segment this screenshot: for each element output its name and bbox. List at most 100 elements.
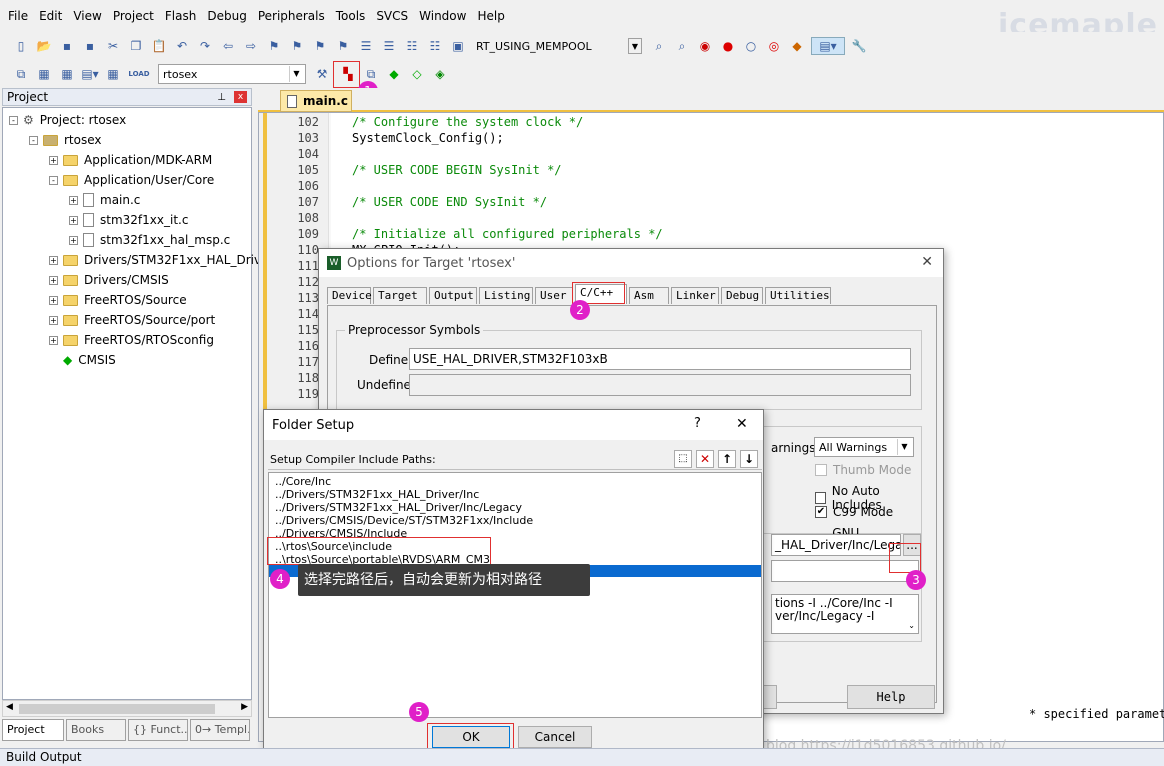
manage-rte-icon[interactable]: ◆: [385, 65, 403, 83]
options-for-target-icon[interactable]: ⚒: [310, 62, 334, 86]
collapse-icon[interactable]: -: [9, 115, 18, 125]
menu-item-peripherals[interactable]: Peripherals: [258, 9, 325, 23]
menu-item-tools[interactable]: Tools: [336, 9, 366, 23]
nav-forward-icon[interactable]: ⇨: [242, 37, 260, 55]
menu-item-file[interactable]: File: [8, 9, 28, 23]
collapse-icon[interactable]: -: [29, 135, 38, 145]
debug-start-icon[interactable]: ◉: [696, 37, 714, 55]
menu-item-window[interactable]: Window: [419, 9, 466, 23]
comment-icon[interactable]: ☷: [403, 37, 421, 55]
tab-main-c[interactable]: main.c: [280, 90, 352, 112]
undo-icon[interactable]: ↶: [173, 37, 191, 55]
chevron-down-icon[interactable]: ▼: [628, 38, 642, 54]
expand-icon[interactable]: +: [49, 315, 58, 325]
rebuild-icon[interactable]: ▦: [58, 65, 76, 83]
copy-icon[interactable]: ❐: [127, 37, 145, 55]
expand-icon[interactable]: +: [49, 295, 58, 305]
window-layout-icon[interactable]: ▤▾: [811, 37, 845, 55]
pack-update-icon[interactable]: ◈: [431, 65, 449, 83]
scroll-right-icon[interactable]: ▶: [241, 702, 248, 712]
templates-tab[interactable]: 0→ Templ...: [190, 719, 250, 741]
scroll-down-icon[interactable]: ⌄: [908, 619, 915, 632]
find-combo[interactable]: RT_USING_MEMPOOL ▼: [472, 36, 644, 56]
tree-item[interactable]: - rtosex: [29, 130, 102, 150]
tab-target[interactable]: Target: [373, 287, 427, 304]
unindent-icon[interactable]: ☰: [380, 37, 398, 55]
tree-item[interactable]: + stm32f1xx_it.c: [69, 210, 188, 230]
menu-item-edit[interactable]: Edit: [39, 9, 62, 23]
download-icon[interactable]: LOAD: [127, 65, 151, 83]
tab-utilities[interactable]: Utilities: [765, 287, 831, 304]
tab-listing[interactable]: Listing: [479, 287, 533, 304]
tab-linker[interactable]: Linker: [671, 287, 719, 304]
expand-icon[interactable]: +: [69, 235, 78, 245]
checkbox-row[interactable]: Thumb Mode: [815, 463, 911, 477]
include-path-item[interactable]: ../Drivers/CMSIS/Device/ST/STM32F1xx/Inc…: [275, 514, 533, 527]
tab-user[interactable]: User: [535, 287, 573, 304]
menu-item-help[interactable]: Help: [477, 9, 504, 23]
tree-item[interactable]: + Drivers/STM32F1xx_HAL_Driver: [49, 250, 273, 270]
close-icon[interactable]: ✕: [921, 254, 933, 270]
move-up-icon[interactable]: ↑: [718, 450, 736, 468]
breakpoint-disable-icon[interactable]: ○: [742, 37, 760, 55]
pin-icon[interactable]: ⊥: [217, 92, 226, 103]
expand-icon[interactable]: +: [69, 195, 78, 205]
menu-item-view[interactable]: View: [73, 9, 101, 23]
save-icon[interactable]: ▪: [58, 37, 76, 55]
expand-icon[interactable]: +: [49, 155, 58, 165]
tree-item[interactable]: + FreeRTOS/RTOSconfig: [49, 330, 214, 350]
breakpoint-clear-icon[interactable]: ◆: [788, 37, 806, 55]
close-icon[interactable]: ✕: [736, 416, 748, 432]
move-down-icon[interactable]: ↓: [740, 450, 758, 468]
tree-item[interactable]: - Application/User/Core: [49, 170, 214, 190]
redo-icon[interactable]: ↷: [196, 37, 214, 55]
expand-icon[interactable]: +: [49, 275, 58, 285]
menu-item-flash[interactable]: Flash: [165, 9, 196, 23]
uncomment-icon[interactable]: ☷: [426, 37, 444, 55]
project-tab[interactable]: Project: [2, 719, 64, 741]
functions-tab[interactable]: {} Funct...: [128, 719, 188, 741]
bookmark-prev-icon[interactable]: ⚑: [288, 37, 306, 55]
open-file-icon[interactable]: 📂: [35, 37, 53, 55]
tree-item[interactable]: + Drivers/CMSIS: [49, 270, 169, 290]
warnings-select[interactable]: All Warnings ▼: [814, 437, 914, 457]
breakpoint-icon[interactable]: ●: [719, 37, 737, 55]
new-folder-icon[interactable]: ⬚: [674, 450, 692, 468]
tree-item[interactable]: + FreeRTOS/Source/port: [49, 310, 215, 330]
translate-icon[interactable]: ⧉: [12, 65, 30, 83]
find-in-files-icon[interactable]: ▣: [449, 37, 467, 55]
batch-build-icon[interactable]: ▤▾: [81, 65, 99, 83]
build-output-bar[interactable]: Build Output: [0, 748, 1164, 766]
help-button[interactable]: Help: [847, 685, 935, 709]
undefine-input[interactable]: [409, 374, 911, 396]
bookmark-icon[interactable]: ⚑: [265, 37, 283, 55]
indent-icon[interactable]: ☰: [357, 37, 375, 55]
chevron-down-icon[interactable]: ▼: [897, 439, 911, 455]
scroll-thumb[interactable]: [19, 704, 215, 714]
pack-installer-icon[interactable]: ◇: [408, 65, 426, 83]
stop-build-icon[interactable]: ▦: [104, 65, 122, 83]
tree-item[interactable]: + FreeRTOS/Source: [49, 290, 187, 310]
build-icon[interactable]: ▦: [35, 65, 53, 83]
new-file-icon[interactable]: ▯: [12, 37, 30, 55]
nav-back-icon[interactable]: ⇦: [219, 37, 237, 55]
cancel-button[interactable]: Cancel: [518, 726, 592, 748]
checkbox[interactable]: [815, 464, 827, 476]
tree-item[interactable]: ◆ CMSIS: [49, 350, 116, 370]
scroll-left-icon[interactable]: ◀: [6, 702, 13, 712]
bookmark-clear-icon[interactable]: ⚑: [334, 37, 352, 55]
tree-item[interactable]: + main.c: [69, 190, 140, 210]
tree-item[interactable]: - ⚙ Project: rtosex: [9, 110, 126, 130]
menu-item-svcs[interactable]: SVCS: [376, 9, 408, 23]
tab-debug[interactable]: Debug: [721, 287, 763, 304]
tree-item[interactable]: + Application/MDK-ARM: [49, 150, 212, 170]
bookmark-next-icon[interactable]: ⚑: [311, 37, 329, 55]
include-path-item[interactable]: ../Drivers/STM32F1xx_HAL_Driver/Inc/Lega…: [275, 501, 522, 514]
project-hscrollbar[interactable]: ◀ ▶: [2, 700, 252, 717]
configure-icon[interactable]: 🔧: [850, 37, 868, 55]
find-icon[interactable]: ⌕: [650, 37, 668, 55]
tree-item[interactable]: + stm32f1xx_hal_msp.c: [69, 230, 230, 250]
cut-icon[interactable]: ✂: [104, 37, 122, 55]
tab-device[interactable]: Device: [327, 287, 372, 304]
target-select[interactable]: rtosex ▼: [158, 64, 306, 84]
